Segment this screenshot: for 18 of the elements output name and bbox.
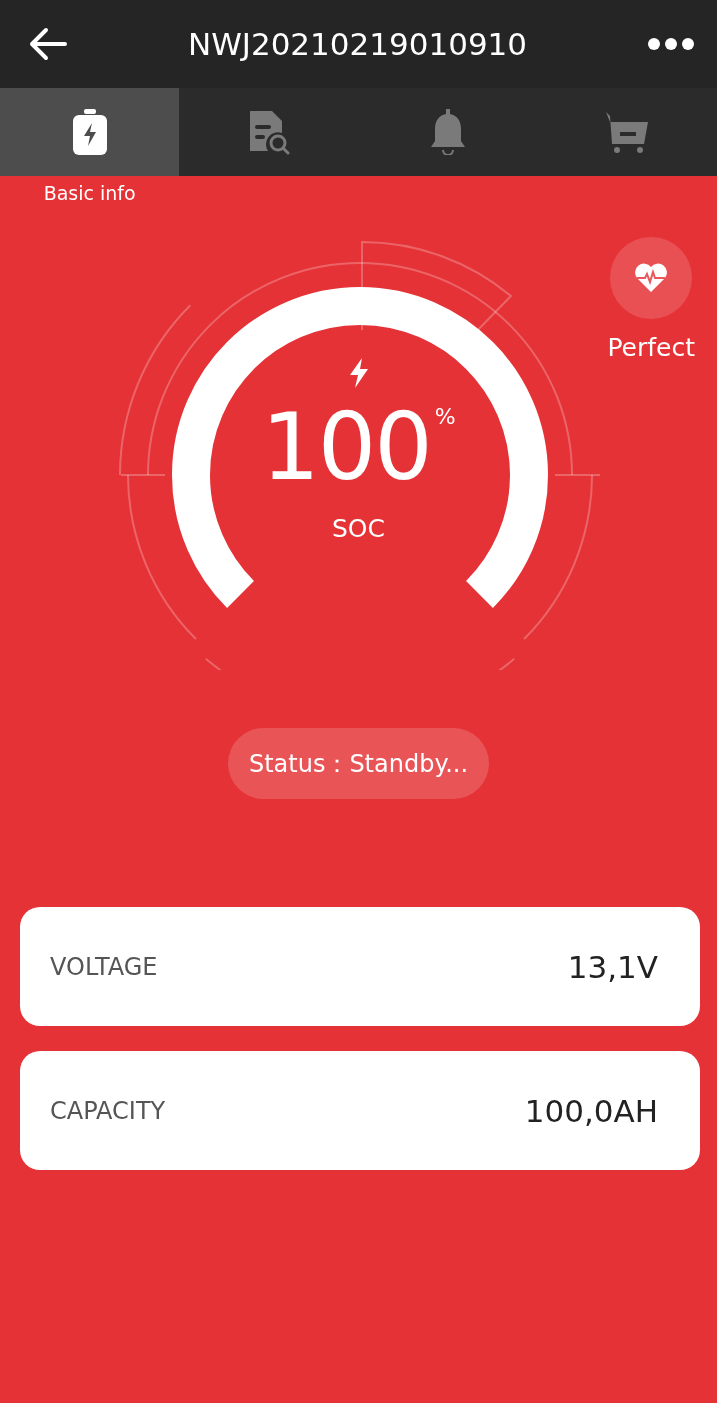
cart-icon — [604, 110, 651, 154]
soc-value: 100 — [261, 402, 431, 494]
metric-label: CAPACITY — [50, 1096, 166, 1125]
device-title: NWJ20210219010910 — [187, 26, 528, 62]
health-label: Perfect — [607, 333, 695, 362]
heartbeat-icon — [634, 263, 669, 293]
document-search-icon — [247, 109, 290, 155]
metric-value: 100,0AH — [524, 1092, 658, 1129]
battery-icon — [71, 109, 108, 155]
soc-label: SOC — [332, 514, 385, 543]
status-pill: Status：Standby... — [227, 728, 490, 799]
metric-label: VOLTAGE — [50, 952, 158, 981]
percent-unit: % — [434, 404, 456, 429]
bell-icon — [429, 109, 468, 155]
metric-value: 13,1V — [567, 948, 658, 985]
lightning-icon — [347, 358, 370, 388]
tab-label: Basic info — [43, 182, 136, 204]
tab[interactable] — [0, 88, 180, 176]
